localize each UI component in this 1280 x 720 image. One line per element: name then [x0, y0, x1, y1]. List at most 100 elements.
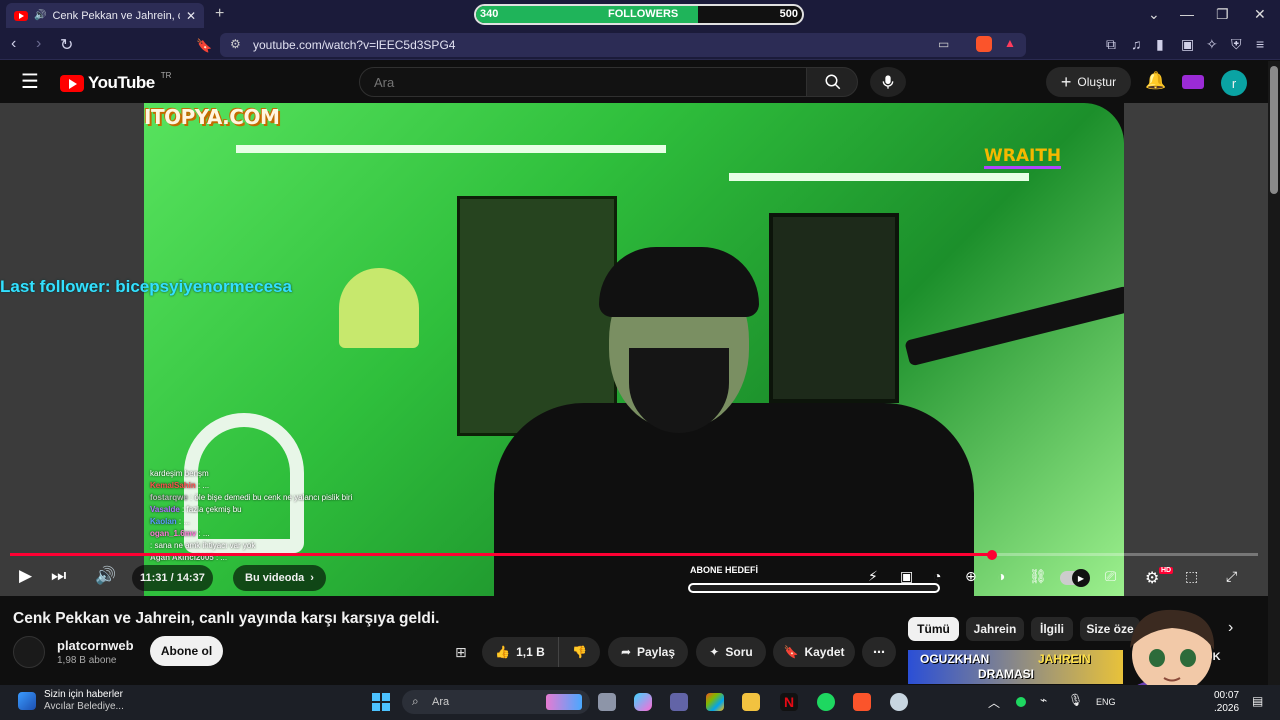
- share-button[interactable]: ➦ Paylaş: [608, 637, 688, 667]
- gauge-icon[interactable]: ◑: [997, 568, 1005, 584]
- close-tab-icon[interactable]: ✕: [186, 9, 196, 23]
- lightning-icon[interactable]: ⚡: [868, 568, 878, 585]
- theater-left-background: [0, 103, 144, 596]
- save-button[interactable]: 🔖 Kaydet: [773, 637, 855, 667]
- more-actions-button[interactable]: ⋯: [862, 637, 896, 667]
- video-progress-bar[interactable]: [10, 553, 1258, 556]
- brave-browser-icon[interactable]: [853, 693, 871, 711]
- theater-mode-icon[interactable]: ⬚: [1185, 568, 1198, 585]
- search-button[interactable]: [806, 67, 858, 97]
- notifications-bell-icon[interactable]: 🔔: [1145, 71, 1166, 91]
- back-icon[interactable]: ‹: [11, 35, 16, 53]
- create-button[interactable]: + Oluştur: [1046, 67, 1131, 97]
- teams-icon[interactable]: [670, 693, 688, 711]
- news-title: Sizin için haberler: [44, 689, 123, 700]
- video-scene-shelf: [236, 145, 666, 153]
- extensions-icon[interactable]: ⧉: [1106, 36, 1116, 53]
- news-widget[interactable]: Sizin için haberler Avcılar Belediye...: [18, 689, 124, 713]
- clock-time: 00:07: [1214, 690, 1240, 701]
- brave-shields-icon[interactable]: [976, 36, 992, 52]
- taskbar-search[interactable]: ⌕ Ara: [402, 690, 590, 714]
- last-follower-overlay: Last follower: bicepsyiyenormecesa: [0, 277, 292, 296]
- video-streamer: [494, 247, 974, 596]
- next-video-icon[interactable]: ⏭: [51, 566, 66, 586]
- chat-user: Kaolan: [150, 517, 177, 526]
- steam-icon[interactable]: [890, 693, 908, 711]
- chip-jahrein[interactable]: Jahrein: [966, 617, 1024, 641]
- volume-icon[interactable]: 🔊: [95, 566, 116, 586]
- sidebar-icon[interactable]: ▮: [1156, 36, 1164, 53]
- plus-icon: +: [1060, 71, 1072, 92]
- maximize-icon[interactable]: ❐: [1216, 6, 1229, 23]
- miniplayer-icon[interactable]: ▣: [900, 568, 913, 585]
- play-icon[interactable]: ▶: [19, 566, 32, 586]
- speed-icon[interactable]: ◔: [933, 568, 941, 584]
- tray-language[interactable]: ENG: [1096, 697, 1116, 707]
- taskbar-clock[interactable]: 00:07 .2026: [1214, 689, 1239, 715]
- netflix-icon[interactable]: N: [780, 693, 798, 711]
- voice-search-button[interactable]: [870, 67, 906, 97]
- store-icon[interactable]: [706, 693, 724, 711]
- youtube-logo[interactable]: YouTube TR: [60, 71, 171, 93]
- fullscreen-icon[interactable]: ⤢: [1226, 568, 1237, 585]
- cast-icon[interactable]: ▭: [938, 37, 949, 51]
- forward-icon[interactable]: ›: [36, 35, 41, 53]
- share-arrow-icon: ➦: [620, 645, 631, 659]
- in-this-video-button[interactable]: Bu videoda ›: [233, 565, 326, 591]
- account-avatar[interactable]: r: [1221, 70, 1247, 96]
- plugin-icon[interactable]: ⊕: [965, 568, 977, 585]
- browser-tab[interactable]: 🔊 Cenk Pekkan ve Jahrein, canlı ✕: [6, 3, 204, 28]
- chat-message: : ...: [198, 481, 210, 490]
- leo-ai-icon[interactable]: ✧: [1206, 36, 1218, 53]
- tray-status-dot-icon[interactable]: [1016, 697, 1026, 707]
- tab-list-chevron-icon[interactable]: ⌄: [1148, 6, 1160, 23]
- create-label: Oluştur: [1077, 75, 1117, 89]
- premium-badge-icon[interactable]: [1182, 75, 1204, 89]
- address-bar[interactable]: ⚙ youtube.com/watch?v=lEEC5d3SPG4 ▭ ▲: [220, 33, 1026, 57]
- bookmark-save-icon: 🔖: [783, 645, 799, 659]
- speaker-icon[interactable]: 🔊: [34, 10, 46, 21]
- hamburger-menu-icon[interactable]: ☰: [21, 69, 39, 94]
- copilot-icon[interactable]: [634, 693, 652, 711]
- tray-chevron-up-icon[interactable]: ︿: [988, 694, 1000, 711]
- channel-name[interactable]: platcornweb: [57, 638, 134, 653]
- autoplay-toggle[interactable]: [1060, 569, 1090, 587]
- vpn-shield-icon[interactable]: ⛨: [1231, 36, 1242, 53]
- recommended-video-thumbnail[interactable]: OGUZKHAN JAHREIN DRAMASI: [908, 650, 1123, 684]
- page-scrollbar-thumb[interactable]: [1270, 66, 1278, 194]
- share-label: Paylaş: [637, 645, 676, 659]
- minimize-icon[interactable]: —: [1180, 6, 1194, 22]
- chat-message: : fazla çekmiş bu: [182, 505, 242, 514]
- music-icon[interactable]: ♫: [1131, 36, 1142, 52]
- like-button[interactable]: 👍 1,1 B: [482, 637, 558, 667]
- grid-apps-icon[interactable]: ⊞: [455, 644, 467, 661]
- windows-start-icon[interactable]: [372, 693, 390, 711]
- brave-rewards-icon[interactable]: ▲: [1004, 36, 1016, 50]
- bookmark-icon[interactable]: 🔖: [196, 38, 212, 54]
- tray-network-icon[interactable]: ⌁: [1040, 693, 1047, 707]
- ask-button[interactable]: ✦ Soru: [696, 637, 766, 667]
- reload-icon[interactable]: ↻: [60, 35, 73, 55]
- chip-all[interactable]: Tümü: [908, 617, 959, 641]
- new-tab-button[interactable]: +: [215, 5, 224, 23]
- task-view-icon[interactable]: [598, 693, 616, 711]
- channel-avatar[interactable]: [13, 636, 45, 668]
- browser-menu-icon[interactable]: ≡: [1256, 36, 1264, 52]
- thumb-text-dramasi: DRAMASI: [978, 667, 1034, 681]
- file-explorer-icon[interactable]: [742, 693, 760, 711]
- link-icon[interactable]: ⛓: [1029, 568, 1047, 585]
- tray-mic-icon[interactable]: 🎙: [1068, 693, 1083, 707]
- spotify-icon[interactable]: [817, 693, 835, 711]
- settings-gear-icon[interactable]: ⚙: [1145, 568, 1159, 588]
- dislike-button[interactable]: 👎: [558, 637, 600, 667]
- subtitles-icon[interactable]: ⎚: [1105, 568, 1116, 585]
- search-input[interactable]: [359, 67, 807, 97]
- site-info-icon[interactable]: ⚙: [230, 37, 241, 51]
- subscribe-button[interactable]: Abone ol: [150, 636, 223, 666]
- video-progress-fill: [10, 553, 993, 556]
- chip-related[interactable]: İlgili: [1031, 617, 1073, 641]
- save-label: Kaydet: [804, 645, 845, 659]
- wallet-icon[interactable]: ▣: [1181, 36, 1194, 53]
- notification-center-icon[interactable]: ▤: [1252, 694, 1263, 708]
- close-window-icon[interactable]: ✕: [1254, 6, 1266, 23]
